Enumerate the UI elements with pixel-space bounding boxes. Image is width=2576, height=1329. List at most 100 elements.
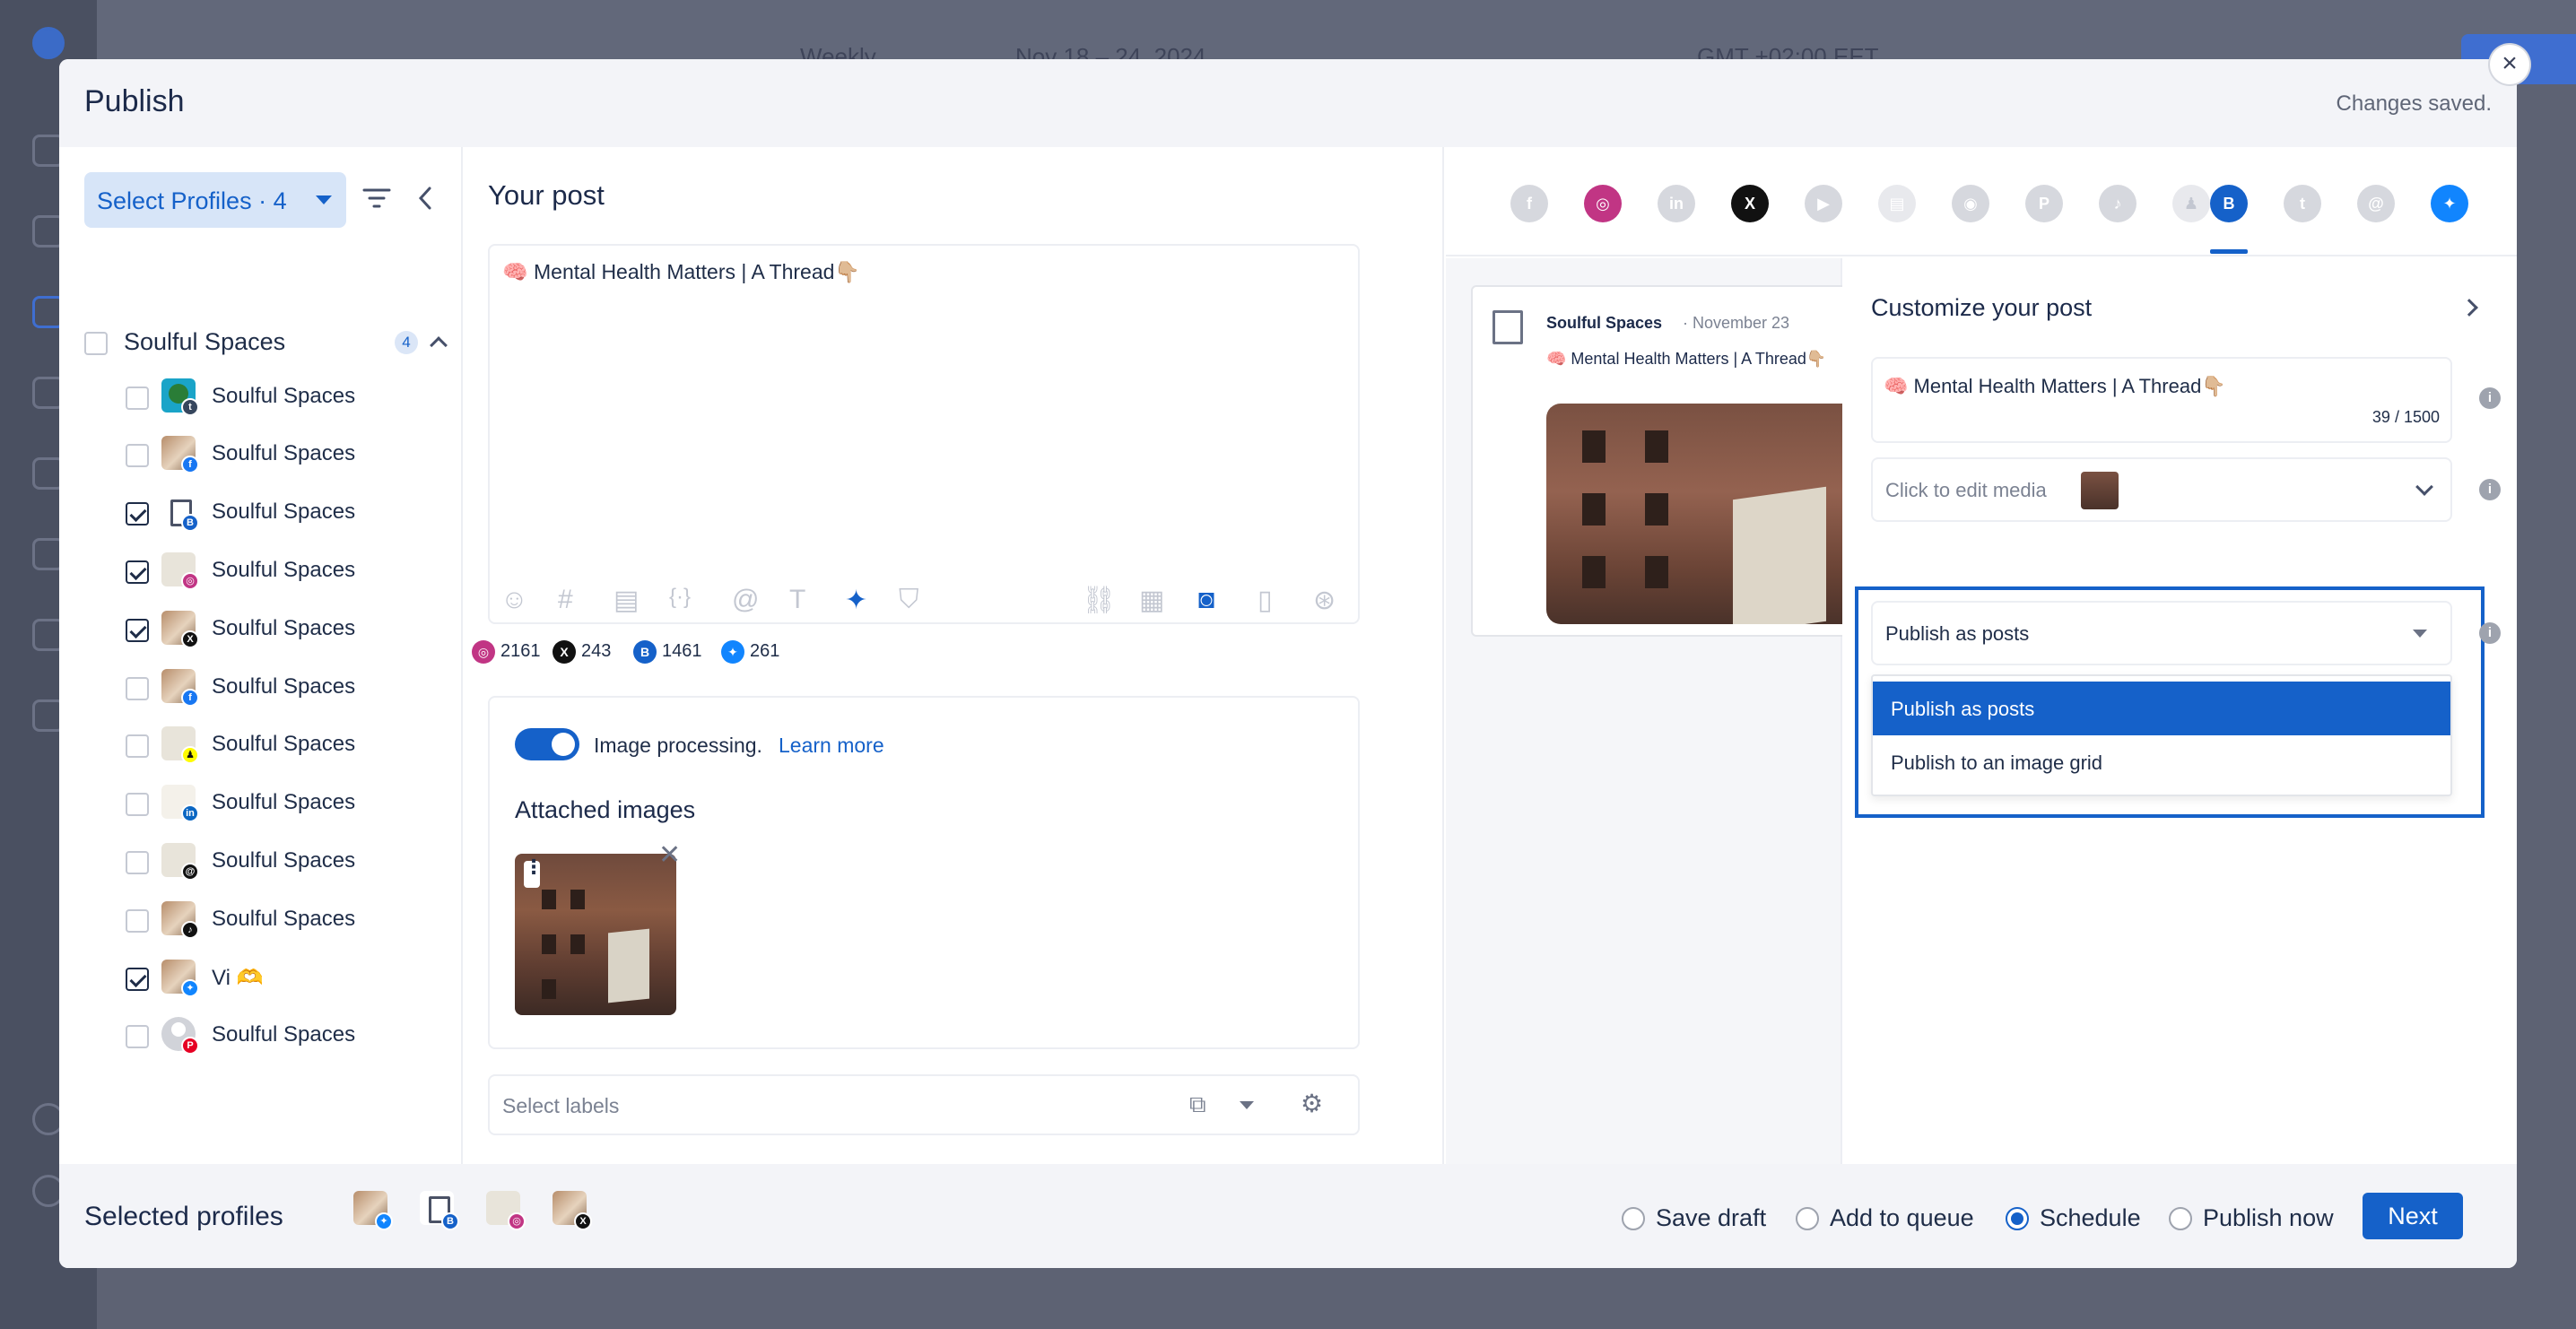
google-business-active-tab-icon[interactable]: B xyxy=(2210,185,2248,222)
profile-row[interactable]: ✦ Vi 🫶 xyxy=(126,958,448,1003)
info-icon[interactable]: i xyxy=(2479,387,2501,409)
profile-row[interactable]: f Soulful Spaces xyxy=(126,434,448,479)
preview-text: 🧠 Mental Health Matters | A Thread👇🏼 xyxy=(1546,350,1827,368)
publish-mode-select[interactable]: Publish as posts xyxy=(1871,601,2452,665)
profile-checkbox[interactable] xyxy=(126,619,149,642)
instagram-tab-icon[interactable]: ◎ xyxy=(1584,185,1622,222)
profile-row[interactable]: P Soulful Spaces xyxy=(126,1015,448,1060)
labels-select[interactable]: Select labels ⧉ ⚙ xyxy=(488,1074,1360,1135)
profile-checkbox[interactable] xyxy=(126,909,149,933)
emoji-icon[interactable]: ☺ xyxy=(500,585,528,615)
hashtag-icon[interactable]: # xyxy=(558,585,573,615)
group-checkbox[interactable] xyxy=(84,332,108,355)
customize-section: Customize your post 🧠 Mental Health Matt… xyxy=(1842,258,2517,1223)
select-profiles-dropdown[interactable]: Select Profiles · 4 xyxy=(84,172,346,228)
google-business-tab-icon[interactable]: ▤ xyxy=(1878,185,1916,222)
threads-tab-icon[interactable]: @ xyxy=(2357,185,2395,222)
copy-icon[interactable]: ⧉ xyxy=(1189,1090,1206,1119)
post-text[interactable]: 🧠 Mental Health Matters | A Thread👇🏼 xyxy=(502,260,860,284)
youtube-tab-icon[interactable]: ▶ xyxy=(1805,185,1842,222)
selected-profile-avatar[interactable]: X xyxy=(553,1191,592,1230)
profile-group[interactable]: Soulful Spaces 4 xyxy=(84,326,448,362)
info-icon[interactable]: i xyxy=(2479,479,2501,500)
canva-icon[interactable]: ⊛ xyxy=(1313,585,1336,616)
profile-checkbox[interactable] xyxy=(126,444,149,467)
profile-row[interactable]: f Soulful Spaces xyxy=(126,667,448,712)
google-business-badge-icon: B xyxy=(441,1212,459,1230)
chevron-up-icon[interactable] xyxy=(430,336,448,354)
ai-assist-icon[interactable]: ✦ xyxy=(845,585,867,616)
option-publish-as-posts[interactable]: Publish as posts xyxy=(1873,682,2450,735)
app-topbar: Weekly Nov 18 – 24, 2024 GMT +02:00 EET xyxy=(97,0,2576,84)
shield-icon[interactable]: ⛉ xyxy=(899,585,919,615)
info-icon[interactable]: i xyxy=(2479,622,2501,644)
camera-icon[interactable]: ◙ xyxy=(1198,585,1214,615)
attached-image-thumbnail[interactable]: ⋮ xyxy=(515,854,676,1015)
profile-checkbox[interactable] xyxy=(126,851,149,874)
image-processing-toggle[interactable] xyxy=(515,728,579,760)
linkedin-tab-icon[interactable]: in xyxy=(1658,185,1695,222)
profile-checkbox[interactable] xyxy=(126,502,149,526)
add-to-queue-radio[interactable]: Add to queue xyxy=(1796,1205,1974,1232)
selected-profile-avatar[interactable]: ✦ xyxy=(353,1191,393,1230)
tumblr-tab-icon[interactable]: t xyxy=(2284,185,2321,222)
publish-now-radio[interactable]: Publish now xyxy=(2169,1205,2334,1232)
facebook-tab-icon[interactable]: f xyxy=(1510,185,1548,222)
post-preview-card: Soulful Spaces · November 23 🧠 Mental He… xyxy=(1471,285,1875,637)
close-icon[interactable]: × xyxy=(2490,45,2529,84)
settings-gear-icon[interactable]: ⚙ xyxy=(1301,1089,1323,1118)
profile-row[interactable]: @ Soulful Spaces xyxy=(126,841,448,886)
link-icon[interactable]: ⛓ xyxy=(1082,585,1116,616)
profile-checkbox[interactable] xyxy=(126,793,149,816)
more-options-icon[interactable]: ⋮ xyxy=(524,857,544,888)
profile-row[interactable]: t Soulful Spaces xyxy=(126,377,448,421)
custom-text-field[interactable]: 🧠 Mental Health Matters | A Thread👇🏼 39 … xyxy=(1871,357,2452,443)
instagram-badge-icon: ◎ xyxy=(508,1212,526,1230)
profile-row[interactable]: X Soulful Spaces xyxy=(126,609,448,654)
tiktok-tab-icon[interactable]: ♪ xyxy=(2099,185,2137,222)
profile-row[interactable]: in Soulful Spaces xyxy=(126,783,448,828)
option-publish-to-image-grid[interactable]: Publish to an image grid xyxy=(1873,735,2450,789)
x-count: X 243 xyxy=(551,637,611,667)
profile-name: Soulful Spaces xyxy=(212,1022,356,1047)
profile-row[interactable]: ◎ Soulful Spaces xyxy=(126,551,448,595)
chevron-down-icon[interactable] xyxy=(2415,478,2433,496)
profile-row[interactable]: ♟ Soulful Spaces xyxy=(126,725,448,769)
profile-row[interactable]: ♪ Soulful Spaces xyxy=(126,899,448,944)
selected-profile-avatar[interactable]: B xyxy=(420,1191,459,1230)
schedule-radio[interactable]: Schedule xyxy=(2006,1205,2141,1232)
pinterest-tab-icon[interactable]: P xyxy=(2025,185,2063,222)
variables-icon[interactable]: {·} xyxy=(669,585,691,610)
save-draft-radio[interactable]: Save draft xyxy=(1622,1205,1766,1232)
next-button[interactable]: Next xyxy=(2363,1193,2463,1239)
post-text-editor[interactable]: 🧠 Mental Health Matters | A Thread👇🏼 ☺ #… xyxy=(488,244,1360,624)
profile-checkbox[interactable] xyxy=(126,1025,149,1048)
collapse-icon[interactable] xyxy=(416,185,434,212)
mention-icon[interactable]: @ xyxy=(732,585,759,615)
snapchat-tab-icon[interactable]: ♟ xyxy=(2172,185,2210,222)
template-icon[interactable]: ▤ xyxy=(614,585,639,616)
filter-icon[interactable] xyxy=(362,187,391,210)
text-format-icon[interactable]: T xyxy=(789,585,805,615)
reddit-tab-icon[interactable]: ◉ xyxy=(1952,185,1989,222)
chevron-right-icon[interactable] xyxy=(2460,299,2478,317)
edit-media-field[interactable]: Click to edit media xyxy=(1871,457,2452,522)
x-tab-icon[interactable]: X xyxy=(1731,185,1769,222)
video-icon[interactable]: ▦ xyxy=(1139,585,1164,616)
bluesky-badge-icon: ✦ xyxy=(181,979,199,997)
learn-more-link[interactable]: Learn more xyxy=(779,734,884,758)
remove-image-icon[interactable]: ✕ xyxy=(658,839,681,871)
profile-row[interactable]: B Soulful Spaces xyxy=(126,492,448,537)
profile-checkbox[interactable] xyxy=(126,560,149,584)
selected-profile-avatar[interactable]: ◎ xyxy=(486,1191,526,1230)
selected-profiles-label: Selected profiles xyxy=(84,1202,283,1231)
profile-checkbox[interactable] xyxy=(126,734,149,758)
profile-checkbox[interactable] xyxy=(126,677,149,700)
document-icon[interactable]: ▯ xyxy=(1258,585,1273,616)
char-counter: 39 / 1500 xyxy=(2371,408,2440,426)
profile-checkbox[interactable] xyxy=(126,968,149,991)
caret-down-icon[interactable] xyxy=(1240,1101,1254,1109)
bluesky-tab-icon[interactable]: ✦ xyxy=(2431,185,2468,222)
group-name: Soulful Spaces xyxy=(124,328,286,355)
profile-checkbox[interactable] xyxy=(126,387,149,410)
